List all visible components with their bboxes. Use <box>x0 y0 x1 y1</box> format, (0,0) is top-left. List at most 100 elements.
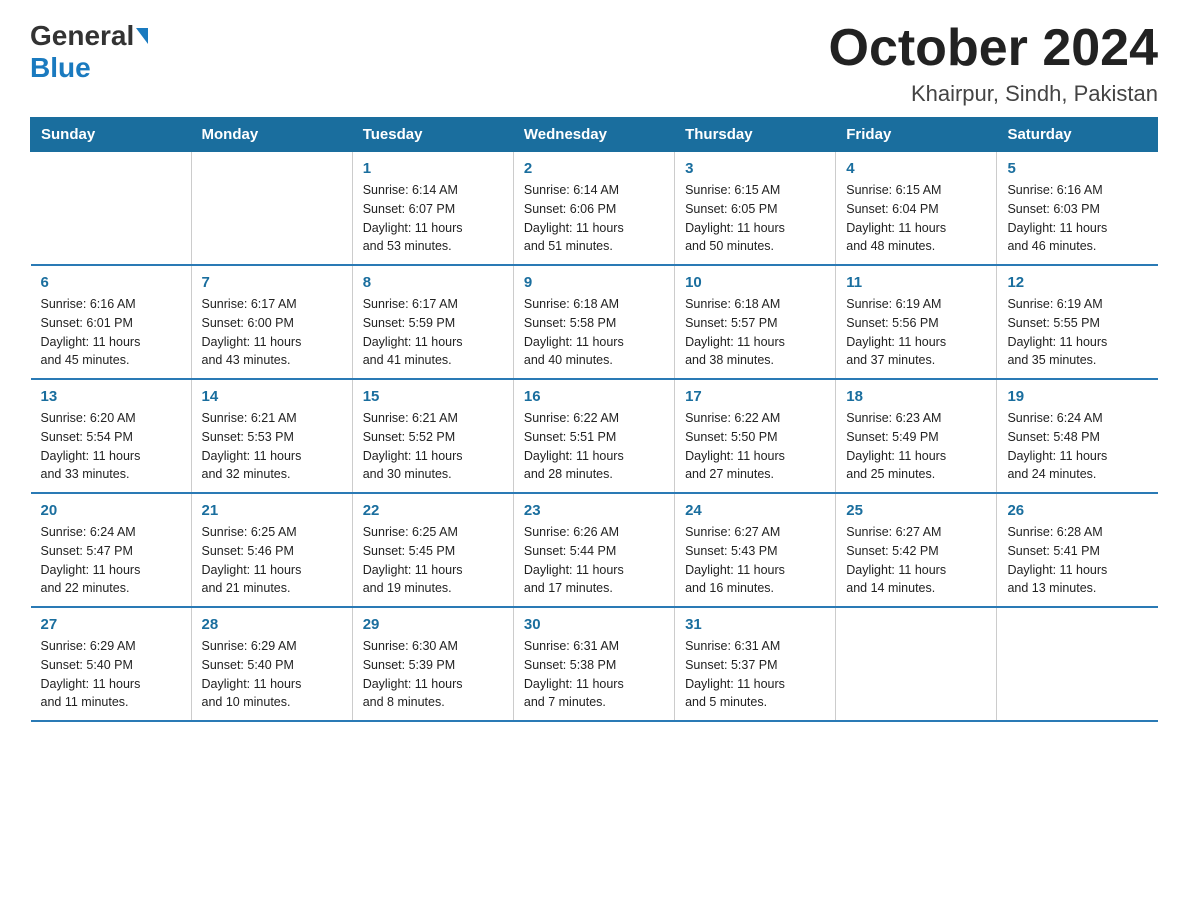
calendar-cell <box>997 607 1158 721</box>
day-number: 16 <box>524 388 664 405</box>
calendar-cell: 1 Sunrise: 6:14 AM Sunset: 6:07 PM Daylig… <box>352 152 513 266</box>
calendar-week-row-4: 20Sunrise: 6:24 AM Sunset: 5:47 PM Dayli… <box>31 493 1158 607</box>
day-number: 15 <box>363 388 503 405</box>
calendar-cell: 5 Sunrise: 6:16 AM Sunset: 6:03 PM Daylig… <box>997 152 1158 266</box>
day-number: 28 <box>202 616 342 633</box>
weekday-header-thursday: Thursday <box>675 118 836 152</box>
calendar-cell: 16 Sunrise: 6:22 AM Sunset: 5:51 PM Dayli… <box>513 379 674 493</box>
day-number: 18 <box>846 388 986 405</box>
day-info: Sunrise: 6:19 AM Sunset: 5:56 PM Dayligh… <box>846 295 986 370</box>
day-info: Sunrise: 6:25 AM Sunset: 5:45 PM Dayligh… <box>363 523 503 598</box>
day-number: 10 <box>685 274 825 291</box>
day-info: Sunrise: 6:15 AM Sunset: 6:04 PM Dayligh… <box>846 181 986 256</box>
calendar-cell: 7Sunrise: 6:17 AM Sunset: 6:00 PM Daylig… <box>191 265 352 379</box>
calendar-cell: 28 Sunrise: 6:29 AM Sunset: 5:40 PM Dayli… <box>191 607 352 721</box>
calendar-cell: 4 Sunrise: 6:15 AM Sunset: 6:04 PM Daylig… <box>836 152 997 266</box>
calendar-cell: 29 Sunrise: 6:30 AM Sunset: 5:39 PM Dayli… <box>352 607 513 721</box>
calendar-cell: 26Sunrise: 6:28 AM Sunset: 5:41 PM Dayli… <box>997 493 1158 607</box>
location-text: Khairpur, Sindh, Pakistan <box>829 81 1159 107</box>
calendar-cell: 31 Sunrise: 6:31 AM Sunset: 5:37 PM Dayli… <box>675 607 836 721</box>
calendar-cell: 17Sunrise: 6:22 AM Sunset: 5:50 PM Dayli… <box>675 379 836 493</box>
day-info: Sunrise: 6:22 AM Sunset: 5:51 PM Dayligh… <box>524 409 664 484</box>
calendar-cell: 8Sunrise: 6:17 AM Sunset: 5:59 PM Daylig… <box>352 265 513 379</box>
page-header: General Blue October 2024 Khairpur, Sind… <box>30 20 1158 107</box>
calendar-cell: 15Sunrise: 6:21 AM Sunset: 5:52 PM Dayli… <box>352 379 513 493</box>
day-info: Sunrise: 6:14 AM Sunset: 6:06 PM Dayligh… <box>524 181 664 256</box>
calendar-week-row-1: 1 Sunrise: 6:14 AM Sunset: 6:07 PM Daylig… <box>31 152 1158 266</box>
day-number: 7 <box>202 274 342 291</box>
weekday-header-friday: Friday <box>836 118 997 152</box>
day-info: Sunrise: 6:31 AM Sunset: 5:38 PM Dayligh… <box>524 637 664 712</box>
day-number: 2 <box>524 160 664 177</box>
day-number: 25 <box>846 502 986 519</box>
calendar-cell: 21 Sunrise: 6:25 AM Sunset: 5:46 PM Dayli… <box>191 493 352 607</box>
weekday-header-row: SundayMondayTuesdayWednesdayThursdayFrid… <box>31 118 1158 152</box>
calendar-cell <box>31 152 192 266</box>
calendar-week-row-5: 27 Sunrise: 6:29 AM Sunset: 5:40 PM Dayli… <box>31 607 1158 721</box>
day-number: 23 <box>524 502 664 519</box>
day-number: 29 <box>363 616 503 633</box>
day-info: Sunrise: 6:15 AM Sunset: 6:05 PM Dayligh… <box>685 181 825 256</box>
calendar-cell <box>191 152 352 266</box>
day-number: 9 <box>524 274 664 291</box>
logo-blue-text: Blue <box>30 52 91 83</box>
day-info: Sunrise: 6:20 AM Sunset: 5:54 PM Dayligh… <box>41 409 181 484</box>
calendar-cell: 24Sunrise: 6:27 AM Sunset: 5:43 PM Dayli… <box>675 493 836 607</box>
day-info: Sunrise: 6:24 AM Sunset: 5:47 PM Dayligh… <box>41 523 181 598</box>
calendar-cell: 12Sunrise: 6:19 AM Sunset: 5:55 PM Dayli… <box>997 265 1158 379</box>
logo: General Blue <box>30 20 148 84</box>
calendar-cell: 10 Sunrise: 6:18 AM Sunset: 5:57 PM Dayli… <box>675 265 836 379</box>
weekday-header-tuesday: Tuesday <box>352 118 513 152</box>
logo-triangle-icon <box>136 28 148 44</box>
day-number: 1 <box>363 160 503 177</box>
day-number: 4 <box>846 160 986 177</box>
calendar-week-row-2: 6Sunrise: 6:16 AM Sunset: 6:01 PM Daylig… <box>31 265 1158 379</box>
day-number: 30 <box>524 616 664 633</box>
logo-general-text: General <box>30 20 134 52</box>
day-info: Sunrise: 6:30 AM Sunset: 5:39 PM Dayligh… <box>363 637 503 712</box>
day-number: 21 <box>202 502 342 519</box>
day-info: Sunrise: 6:27 AM Sunset: 5:42 PM Dayligh… <box>846 523 986 598</box>
day-info: Sunrise: 6:14 AM Sunset: 6:07 PM Dayligh… <box>363 181 503 256</box>
day-number: 3 <box>685 160 825 177</box>
calendar-table: SundayMondayTuesdayWednesdayThursdayFrid… <box>30 117 1158 722</box>
day-info: Sunrise: 6:21 AM Sunset: 5:53 PM Dayligh… <box>202 409 342 484</box>
day-number: 14 <box>202 388 342 405</box>
day-info: Sunrise: 6:18 AM Sunset: 5:58 PM Dayligh… <box>524 295 664 370</box>
day-info: Sunrise: 6:18 AM Sunset: 5:57 PM Dayligh… <box>685 295 825 370</box>
day-info: Sunrise: 6:17 AM Sunset: 5:59 PM Dayligh… <box>363 295 503 370</box>
day-info: Sunrise: 6:25 AM Sunset: 5:46 PM Dayligh… <box>202 523 342 598</box>
day-info: Sunrise: 6:29 AM Sunset: 5:40 PM Dayligh… <box>202 637 342 712</box>
day-info: Sunrise: 6:29 AM Sunset: 5:40 PM Dayligh… <box>41 637 181 712</box>
calendar-cell: 3 Sunrise: 6:15 AM Sunset: 6:05 PM Daylig… <box>675 152 836 266</box>
day-number: 11 <box>846 274 986 291</box>
day-info: Sunrise: 6:31 AM Sunset: 5:37 PM Dayligh… <box>685 637 825 712</box>
calendar-cell: 20Sunrise: 6:24 AM Sunset: 5:47 PM Dayli… <box>31 493 192 607</box>
calendar-cell: 18 Sunrise: 6:23 AM Sunset: 5:49 PM Dayli… <box>836 379 997 493</box>
calendar-cell: 23 Sunrise: 6:26 AM Sunset: 5:44 PM Dayli… <box>513 493 674 607</box>
day-info: Sunrise: 6:23 AM Sunset: 5:49 PM Dayligh… <box>846 409 986 484</box>
calendar-cell: 19 Sunrise: 6:24 AM Sunset: 5:48 PM Dayli… <box>997 379 1158 493</box>
day-number: 5 <box>1007 160 1147 177</box>
day-number: 31 <box>685 616 825 633</box>
calendar-cell: 27 Sunrise: 6:29 AM Sunset: 5:40 PM Dayli… <box>31 607 192 721</box>
calendar-cell: 2 Sunrise: 6:14 AM Sunset: 6:06 PM Daylig… <box>513 152 674 266</box>
day-info: Sunrise: 6:28 AM Sunset: 5:41 PM Dayligh… <box>1007 523 1147 598</box>
day-info: Sunrise: 6:26 AM Sunset: 5:44 PM Dayligh… <box>524 523 664 598</box>
calendar-cell: 13Sunrise: 6:20 AM Sunset: 5:54 PM Dayli… <box>31 379 192 493</box>
day-info: Sunrise: 6:19 AM Sunset: 5:55 PM Dayligh… <box>1007 295 1147 370</box>
day-info: Sunrise: 6:16 AM Sunset: 6:03 PM Dayligh… <box>1007 181 1147 256</box>
weekday-header-saturday: Saturday <box>997 118 1158 152</box>
day-info: Sunrise: 6:24 AM Sunset: 5:48 PM Dayligh… <box>1007 409 1147 484</box>
day-info: Sunrise: 6:27 AM Sunset: 5:43 PM Dayligh… <box>685 523 825 598</box>
day-number: 27 <box>41 616 181 633</box>
weekday-header-sunday: Sunday <box>31 118 192 152</box>
day-number: 19 <box>1007 388 1147 405</box>
day-number: 17 <box>685 388 825 405</box>
calendar-cell: 14 Sunrise: 6:21 AM Sunset: 5:53 PM Dayli… <box>191 379 352 493</box>
title-section: October 2024 Khairpur, Sindh, Pakistan <box>829 20 1159 107</box>
calendar-cell <box>836 607 997 721</box>
day-info: Sunrise: 6:16 AM Sunset: 6:01 PM Dayligh… <box>41 295 181 370</box>
calendar-cell: 6Sunrise: 6:16 AM Sunset: 6:01 PM Daylig… <box>31 265 192 379</box>
day-number: 22 <box>363 502 503 519</box>
